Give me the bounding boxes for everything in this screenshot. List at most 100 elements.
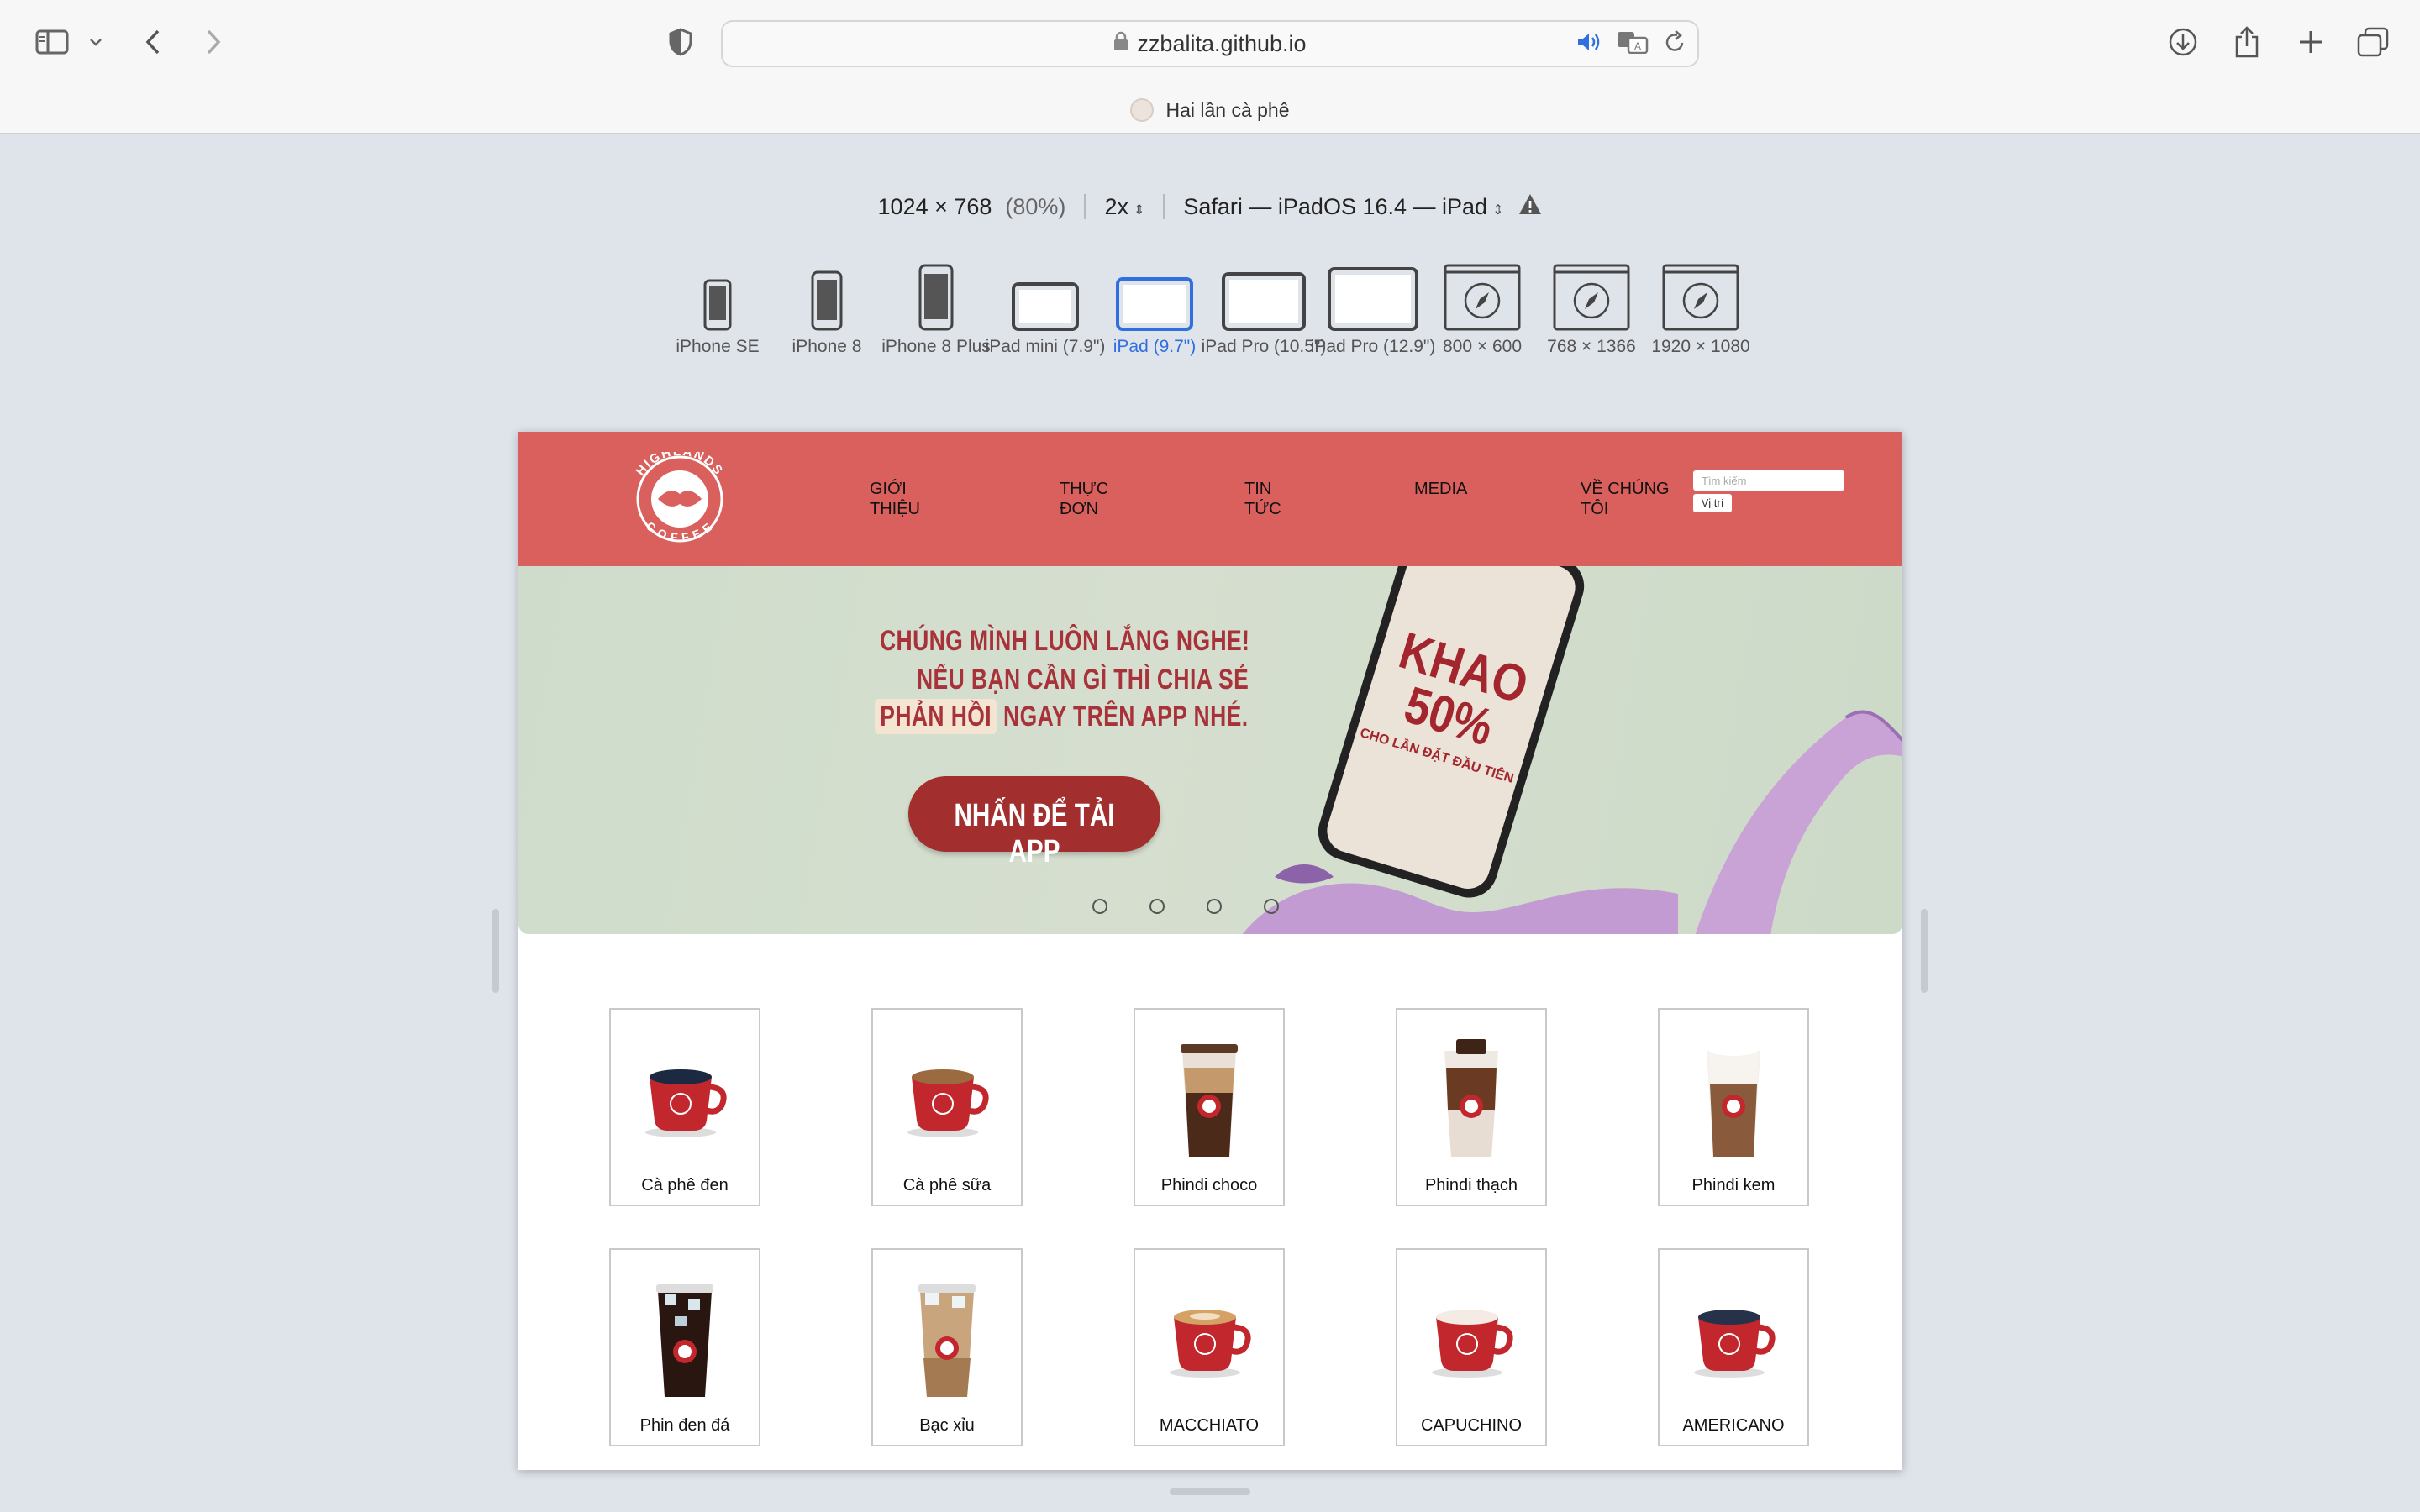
tab-overview-icon[interactable] [2354, 18, 2391, 66]
tablet-icon [1318, 264, 1428, 331]
iced-drink-glass-icon [1660, 1030, 1807, 1164]
coffee-cup-icon [1660, 1270, 1807, 1404]
device-iphone-se[interactable]: iPhone SE [663, 252, 772, 395]
compass-window-icon [1537, 264, 1646, 331]
product-name: Phindi kem [1691, 1176, 1776, 1194]
carousel-dot[interactable] [1149, 899, 1165, 914]
tablet-icon [1209, 264, 1318, 331]
divider [1084, 194, 1086, 219]
device-ipad-pro-12[interactable]: iPad Pro (12.9") [1311, 252, 1435, 395]
device-800x600[interactable]: 800 × 600 [1428, 252, 1537, 395]
device-label: iPad mini (7.9") [985, 337, 1106, 356]
nav-ve-chung-toi[interactable]: VỀ CHÚNG TÔI [1581, 479, 1681, 519]
phone-icon [881, 264, 991, 331]
iced-drink-glass-icon [873, 1270, 1021, 1404]
iced-drink-glass-icon [1397, 1030, 1545, 1164]
device-label: 1920 × 1080 [1651, 337, 1750, 356]
nav-thuc-don[interactable]: THỰC ĐƠN [1060, 479, 1127, 519]
back-icon[interactable] [138, 18, 168, 66]
device-label: iPhone 8 Plus [881, 337, 991, 356]
warning-icon[interactable] [1518, 193, 1542, 221]
purple-ribbon-illustration [1695, 710, 1902, 934]
resize-handle-left[interactable] [492, 909, 499, 993]
device-ipad-pro-10[interactable]: iPad Pro (10.5") [1202, 252, 1326, 395]
address-bar[interactable]: zzbalita.github.io A [721, 20, 1699, 67]
browser-toolbar: zzbalita.github.io A [0, 0, 2420, 86]
carousel-dot[interactable] [1092, 899, 1107, 914]
device-ipad[interactable]: iPad (9.7") [1100, 252, 1209, 395]
favicon-icon [1130, 98, 1155, 122]
tab-current[interactable]: Hai lần cà phê [0, 86, 2420, 134]
tab-bar: Hai lần cà phê [0, 86, 2420, 134]
product-card[interactable]: AMERICANO [1658, 1248, 1809, 1446]
device-768x1366[interactable]: 768 × 1366 [1537, 252, 1646, 395]
speaker-icon[interactable] [1576, 31, 1602, 57]
search-input[interactable] [1693, 470, 1844, 491]
new-tab-icon[interactable] [2294, 18, 2328, 66]
device-1920x1080[interactable]: 1920 × 1080 [1646, 252, 1755, 395]
carousel-dot[interactable] [1206, 899, 1222, 914]
tablet-icon [1100, 264, 1209, 331]
coffee-cup-icon [1397, 1270, 1545, 1404]
banner-line-2: NẾU BẠN CẦN GÌ THÌ CHIA SẺ [917, 664, 1249, 696]
resize-handle-bottom[interactable] [1170, 1488, 1250, 1495]
banner-line-3-rest: NGAY TRÊN APP NHÉ. [1003, 701, 1249, 732]
product-name: Bạc xỉu [919, 1416, 975, 1435]
product-card[interactable]: CAPUCHINO [1396, 1248, 1547, 1446]
iced-drink-glass-icon [1135, 1030, 1283, 1164]
product-name: Phindi thạch [1424, 1176, 1518, 1194]
highlands-logo[interactable]: HIGHLANDS COFFEE [619, 444, 740, 544]
download-app-label: NHẤN ĐỂ TẢI APP [954, 798, 1115, 869]
device-label: iPad Pro (12.9") [1310, 337, 1436, 356]
pixel-ratio-select[interactable]: 2x ⇕ [1104, 194, 1144, 220]
translate-icon[interactable]: A [1617, 30, 1649, 58]
product-name: MACCHIATO [1159, 1416, 1260, 1435]
device-label: iPad Pro (10.5") [1201, 337, 1327, 356]
device-ipad-mini[interactable]: iPad mini (7.9") [986, 252, 1105, 395]
product-grid: Cà phê đen Cà phê sữa Phindi choco Phind… [518, 934, 1902, 1470]
device-label: 768 × 1366 [1547, 337, 1636, 356]
product-card[interactable]: Cà phê đen [609, 1008, 760, 1206]
device-presets: iPhone SE iPhone 8 iPhone 8 Plus iPad mi… [0, 252, 2420, 395]
product-card[interactable]: Phin đen đá [609, 1248, 760, 1446]
updown-chevron-icon: ⇕ [1133, 202, 1145, 218]
viewport-scale: (80%) [1005, 193, 1066, 219]
sidebar-icon[interactable] [32, 18, 72, 66]
location-button[interactable]: Vị trí [1693, 494, 1732, 512]
device-iphone-8[interactable]: iPhone 8 [772, 252, 881, 395]
download-app-button[interactable]: NHẤN ĐỂ TẢI APP [908, 776, 1160, 869]
product-card[interactable]: Phindi kem [1658, 1008, 1809, 1206]
device-iphone-8-plus[interactable]: iPhone 8 Plus [881, 252, 991, 395]
reload-icon[interactable] [1664, 29, 1686, 58]
forward-icon[interactable] [198, 18, 229, 66]
phone-icon [663, 264, 772, 331]
coffee-cup-icon [1135, 1270, 1283, 1404]
banner-line-1: CHÚNG MÌNH LUÔN LẮNG NGHE! [880, 625, 1250, 657]
divider [1163, 194, 1165, 219]
nav-media[interactable]: MEDIA [1414, 479, 1490, 499]
product-name: CAPUCHINO [1420, 1416, 1522, 1435]
product-card[interactable]: Cà phê sữa [871, 1008, 1023, 1206]
user-agent-select[interactable]: Safari — iPadOS 16.4 — iPad ⇕ [1183, 194, 1503, 220]
downloads-icon[interactable] [2166, 18, 2200, 66]
product-card[interactable]: Phindi thạch [1396, 1008, 1547, 1206]
device-label: iPad (9.7") [1113, 337, 1197, 356]
carousel-dot[interactable] [1263, 899, 1279, 914]
privacy-shield-icon[interactable] [664, 18, 697, 66]
site-header: HIGHLANDS COFFEE GIỚI THIỆU THỰC ĐƠN TIN… [518, 432, 1902, 566]
tab-title: Hai lần cà phê [1165, 98, 1290, 121]
pixel-ratio-value: 2x [1104, 193, 1128, 219]
product-card[interactable]: Bạc xỉu [871, 1248, 1023, 1446]
share-icon[interactable] [2230, 18, 2264, 66]
product-card[interactable]: MACCHIATO [1134, 1248, 1285, 1446]
viewport-dimensions[interactable]: 1024 × 768 [878, 194, 992, 220]
product-card[interactable]: Phindi choco [1134, 1008, 1285, 1206]
nav-tin-tuc[interactable]: TIN TỨC [1244, 479, 1295, 519]
rdm-info-bar: 1024 × 768 (80%) 2x ⇕ Safari — iPadOS 16.… [0, 190, 2420, 223]
nav-gioi-thieu[interactable]: GIỚI THIỆU [870, 479, 937, 519]
device-label: iPhone 8 [792, 337, 862, 356]
chevron-down-icon[interactable] [84, 18, 108, 66]
resize-handle-right[interactable] [1921, 909, 1928, 993]
compass-window-icon [1646, 264, 1755, 331]
url-text: zzbalita.github.io [1137, 30, 1307, 56]
